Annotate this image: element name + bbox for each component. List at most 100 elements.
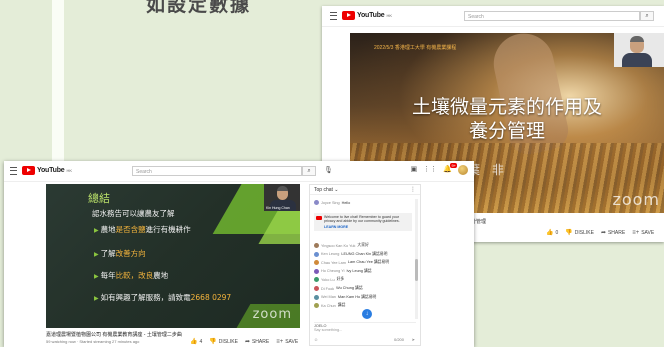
youtube-logo[interactable]: YouTube HK: [342, 11, 392, 20]
header-actions: ▣ ⋮⋮ 🔔 9+: [411, 163, 468, 175]
video-player[interactable]: 總結 認水務告可以讓農友了解 ▶ 農地是否含鹽進行有機耕作 ▶ 了解改善方向 ▶ 每年…: [46, 184, 300, 328]
youtube-logo[interactable]: YouTube HK: [22, 166, 72, 175]
chat-message: Di Fook Wu Chung 講話: [314, 286, 410, 291]
zoom-watermark: zoom: [612, 190, 660, 209]
chat-author: Chau Yee Lam: [321, 260, 346, 265]
chat-message: Ken Leung LEUNG Chan Kin 講話易明: [314, 251, 410, 257]
chat-message: Yoko Lu 好多: [314, 277, 410, 283]
dislike-button[interactable]: 👎 DISLIKE: [565, 230, 594, 236]
slide-bullet: ▶ 如有興趣了解服務，請致電2668 0297: [94, 293, 232, 302]
menu-icon[interactable]: [10, 167, 17, 175]
save-icon: ≡+: [276, 339, 284, 345]
video-meta: 59 watching now · Started streaming 27 m…: [46, 339, 140, 344]
webcam-name-label: Kin Hung Chan: [266, 206, 290, 210]
chat-input-placeholder: Say something...: [314, 328, 343, 332]
thumbs-up-icon: 👍: [546, 230, 554, 236]
like-button[interactable]: 👍 0: [546, 230, 558, 236]
youtube-play-icon: [316, 216, 322, 220]
share-button[interactable]: ➦ SHARE: [601, 230, 625, 236]
video-actions: 👍 4 👎 DISLIKE ➦ SHARE ≡+ SAVE: [190, 339, 298, 345]
chat-input[interactable]: JOELO Say something...: [314, 322, 416, 337]
emoji-icon[interactable]: ☺: [314, 337, 318, 342]
slide-title: 總結: [88, 192, 110, 205]
send-icon[interactable]: ➤: [412, 337, 415, 342]
speaker-webcam: [614, 33, 664, 67]
avatar: [314, 260, 319, 266]
search-button[interactable]: ⌕: [302, 166, 316, 176]
live-chat-panel: Top chat ⌄ ⋮ Joyce Sing Hello Welcome to …: [309, 184, 421, 346]
avatar: [314, 286, 319, 291]
slide-title-line-2: 養分管理: [468, 120, 545, 142]
chat-author: Di Fook: [321, 286, 335, 291]
chat-text: 講話: [337, 303, 346, 308]
share-icon: ➦: [600, 230, 606, 236]
page-headline: 如設定數據: [146, 0, 252, 16]
chat-text: 大家好: [357, 243, 369, 247]
chat-welcome-notice: Welcome to live chat! Remember to guard …: [314, 213, 412, 231]
notifications-bell-icon[interactable]: 🔔 9+: [443, 163, 457, 175]
youtube-play-icon: [342, 11, 355, 20]
share-button[interactable]: ➦ SHARE: [245, 339, 269, 345]
chat-message: Ho Cheung Yi Ivy Leung 講話: [314, 268, 410, 274]
thumbs-down-icon: 👎: [209, 339, 217, 345]
save-icon: ≡+: [632, 230, 640, 236]
char-counter: 0/200: [393, 337, 404, 342]
apps-icon[interactable]: ⋮⋮: [423, 165, 437, 175]
avatar: [314, 200, 319, 205]
avatar: [314, 251, 319, 257]
avatar: [314, 277, 319, 283]
share-icon: ➦: [244, 339, 250, 345]
chat-header[interactable]: Top chat ⌄ ⋮: [310, 185, 420, 195]
chat-text: Ivy Leung 講話: [346, 268, 372, 273]
like-button[interactable]: 👍 4: [190, 339, 202, 345]
slide-bullet: ▶ 每年比較，改良農地: [94, 271, 169, 280]
chat-author: Ka Chun: [321, 303, 336, 308]
slide-event-line: 2022/5/3 香港理工大學 有機農業課程: [374, 45, 457, 51]
avatar: [314, 294, 319, 300]
youtube-wordmark: YouTube: [357, 12, 385, 19]
avatar: [314, 303, 319, 309]
youtube-wordmark: YouTube: [37, 167, 65, 174]
more-options-icon[interactable]: ⋮: [410, 186, 416, 193]
microphone-icon[interactable]: 🎙: [324, 166, 333, 176]
menu-icon[interactable]: [330, 12, 337, 20]
chat-input-footer: ☺ 0/200 ➤: [314, 337, 416, 344]
chat-author: Yingsoo Kan Ko Yuk: [321, 243, 356, 248]
save-button[interactable]: ≡+ SAVE: [632, 230, 654, 236]
speaker-webcam: Kin Hung Chan: [264, 184, 300, 211]
avatar: [314, 268, 319, 274]
notification-badge: 9+: [450, 163, 457, 168]
chat-message: Chau Yee Lam Lam Chau Yee 講話易明: [314, 260, 410, 266]
slide-bullet: ▶ 農地是否含鹽進行有機耕作: [94, 225, 191, 234]
youtube-window-front: YouTube HK Search ⌕ 🎙 ▣ ⋮⋮ 🔔 9+ 總結 認水務告可以讓…: [4, 161, 474, 347]
chat-author: Ken Leung: [321, 252, 340, 257]
dislike-button[interactable]: 👎 DISLIKE: [209, 339, 238, 345]
learn-more-link[interactable]: LEARN MORE: [324, 225, 410, 229]
slide-title-line-1: 土壤微量元素的作用及: [411, 96, 602, 118]
background-panel: [52, 0, 64, 170]
slide-intro: 認水務告可以讓農友了解: [92, 209, 175, 218]
chat-text: Wu Chung 講話: [336, 286, 363, 290]
search-input[interactable]: Search: [132, 166, 302, 176]
chat-text: 好多: [336, 277, 345, 282]
zoom-watermark: zoom: [252, 307, 292, 322]
avatar[interactable]: [458, 165, 468, 175]
chat-scroll-thumb[interactable]: [415, 259, 418, 281]
chat-text: Man Kam Ho 講話易明: [337, 294, 377, 299]
region-label: HK: [386, 13, 393, 18]
youtube-header: YouTube HK Search ⌕ 🎙 ▣ ⋮⋮ 🔔 9+: [4, 161, 474, 182]
chat-text: LEUNG Chan Kin 講話易明: [341, 251, 388, 256]
region-label: HK: [66, 168, 73, 173]
search-input[interactable]: Search: [464, 11, 640, 21]
chat-message: Joyce Sing Hello: [314, 200, 410, 205]
slide-bullet: ▶ 了解改善方向: [94, 249, 146, 258]
chat-author: Ho Cheung Yi: [321, 269, 345, 274]
scroll-down-button[interactable]: ↓: [362, 309, 372, 319]
chat-author: Yoko Lu: [321, 277, 335, 282]
create-video-icon[interactable]: ▣: [411, 165, 418, 175]
search-button[interactable]: ⌕: [640, 11, 654, 21]
youtube-header: YouTube HK Search ⌕: [322, 6, 664, 27]
save-button[interactable]: ≡+ SAVE: [276, 339, 298, 345]
chat-message: Wei Man Man Kam Ho 講話易明: [314, 294, 410, 300]
chat-message: Yingsoo Kan Ko Yuk 大家好: [314, 243, 410, 248]
